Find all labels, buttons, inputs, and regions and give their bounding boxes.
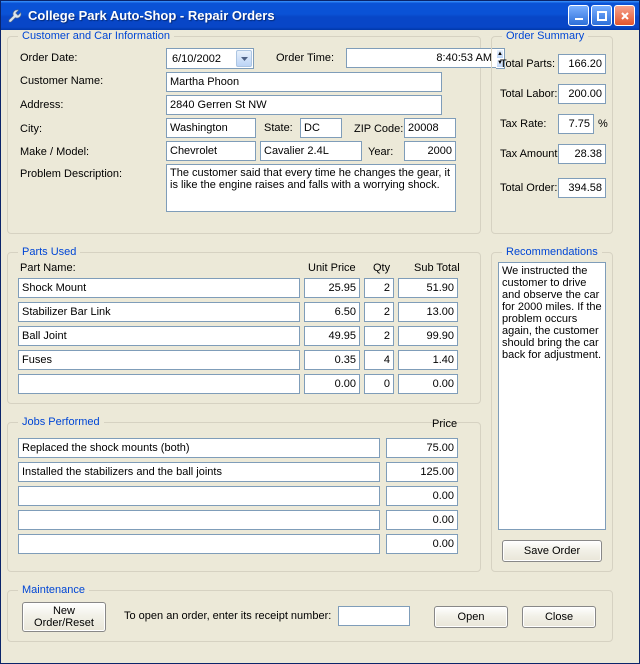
year-label: Year: [368,146,393,158]
app-window: College Park Auto-Shop - Repair Orders C… [0,0,640,664]
chevron-down-icon[interactable] [236,50,252,67]
problem-label: Problem Description: [20,168,122,180]
total-order-label: Total Order: [500,182,557,194]
job-desc-0[interactable] [18,438,380,458]
job-price-0[interactable] [386,438,458,458]
part-name-3[interactable] [18,350,300,370]
window-title: College Park Auto-Shop - Repair Orders [28,8,568,23]
tax-amount-field[interactable] [558,144,606,164]
parts-legend: Parts Used [18,246,80,258]
part-price-0[interactable] [304,278,360,298]
job-desc-2[interactable] [18,486,380,506]
zip-label: ZIP Code: [354,123,403,135]
maintenance-legend: Maintenance [18,584,89,596]
job-price-1[interactable] [386,462,458,482]
problem-textarea[interactable]: The customer said that every time he cha… [166,164,456,212]
part-qty-2[interactable] [364,326,394,346]
total-order-field[interactable] [558,178,606,198]
state-label: State: [264,122,293,134]
make-field[interactable] [166,141,256,161]
close-button[interactable] [614,5,635,26]
maintenance-groupbox: Maintenance New Order/Reset To open an o… [7,584,613,642]
order-date-value: 6/10/2002 [167,53,235,65]
city-label: City: [20,123,42,135]
zip-field[interactable] [404,118,456,138]
part-price-3[interactable] [304,350,360,370]
part-sub-0[interactable] [398,278,458,298]
job-price-4[interactable] [386,534,458,554]
part-price-2[interactable] [304,326,360,346]
job-desc-4[interactable] [18,534,380,554]
recommendations-legend: Recommendations [502,246,602,258]
part-price-4[interactable] [304,374,360,394]
recommendations-textarea[interactable]: We instructed the customer to drive and … [498,262,606,530]
city-field[interactable] [166,118,256,138]
order-time-field[interactable] [346,48,496,68]
total-parts-field[interactable] [558,54,606,74]
new-order-button[interactable]: New Order/Reset [22,602,106,632]
tax-amount-label: Tax Amount: [500,148,561,160]
parts-header-sub: Sub Total [414,262,460,274]
tax-rate-field[interactable] [558,114,594,134]
address-field[interactable] [166,95,442,115]
make-model-label: Make / Model: [20,146,89,158]
order-date-label: Order Date: [20,52,77,64]
total-labor-label: Total Labor: [500,88,557,100]
wrench-icon [7,8,23,24]
job-desc-3[interactable] [18,510,380,530]
year-field[interactable] [404,141,456,161]
parts-header-qty: Qty [373,262,390,274]
tax-rate-label: Tax Rate: [500,118,546,130]
open-hint-label: To open an order, enter its receipt numb… [124,610,331,622]
client-area: Customer and Car Information Order Date:… [1,30,639,663]
customer-groupbox: Customer and Car Information Order Date:… [7,30,481,234]
window-controls [568,5,635,26]
save-order-button[interactable]: Save Order [502,540,602,562]
part-price-1[interactable] [304,302,360,322]
parts-header-price: Unit Price [308,262,356,274]
total-labor-field[interactable] [558,84,606,104]
close-order-button[interactable]: Close [522,606,596,628]
jobs-groupbox: Jobs Performed Price [7,416,481,572]
order-date-dropdown[interactable]: 6/10/2002 [166,48,254,69]
model-field[interactable] [260,141,362,161]
jobs-header-price: Price [432,418,457,430]
part-qty-3[interactable] [364,350,394,370]
parts-groupbox: Parts Used Part Name: Unit Price Qty Sub… [7,246,481,404]
summary-groupbox: Order Summary Total Parts: Total Labor: … [491,30,613,234]
part-name-1[interactable] [18,302,300,322]
part-name-0[interactable] [18,278,300,298]
tax-percent-label: % [598,118,608,130]
recommendations-groupbox: Recommendations We instructed the custom… [491,246,613,572]
total-parts-label: Total Parts: [500,58,555,70]
part-sub-4[interactable] [398,374,458,394]
part-qty-4[interactable] [364,374,394,394]
job-desc-1[interactable] [18,462,380,482]
summary-legend: Order Summary [502,30,588,42]
job-price-2[interactable] [386,486,458,506]
customer-name-field[interactable] [166,72,442,92]
jobs-legend: Jobs Performed [18,416,104,428]
maximize-button[interactable] [591,5,612,26]
parts-header-name: Part Name: [20,262,76,274]
state-field[interactable] [300,118,342,138]
order-time-label: Order Time: [276,52,334,64]
order-time-spinner[interactable]: ▲ ▼ [346,48,442,69]
part-qty-0[interactable] [364,278,394,298]
minimize-button[interactable] [568,5,589,26]
job-price-3[interactable] [386,510,458,530]
part-sub-1[interactable] [398,302,458,322]
part-name-2[interactable] [18,326,300,346]
part-sub-2[interactable] [398,326,458,346]
address-label: Address: [20,99,63,111]
part-name-4[interactable] [18,374,300,394]
part-qty-1[interactable] [364,302,394,322]
receipt-number-field[interactable] [338,606,410,626]
part-sub-3[interactable] [398,350,458,370]
open-button[interactable]: Open [434,606,508,628]
title-bar[interactable]: College Park Auto-Shop - Repair Orders [1,1,639,30]
customer-name-label: Customer Name: [20,75,103,87]
customer-legend: Customer and Car Information [18,30,174,42]
